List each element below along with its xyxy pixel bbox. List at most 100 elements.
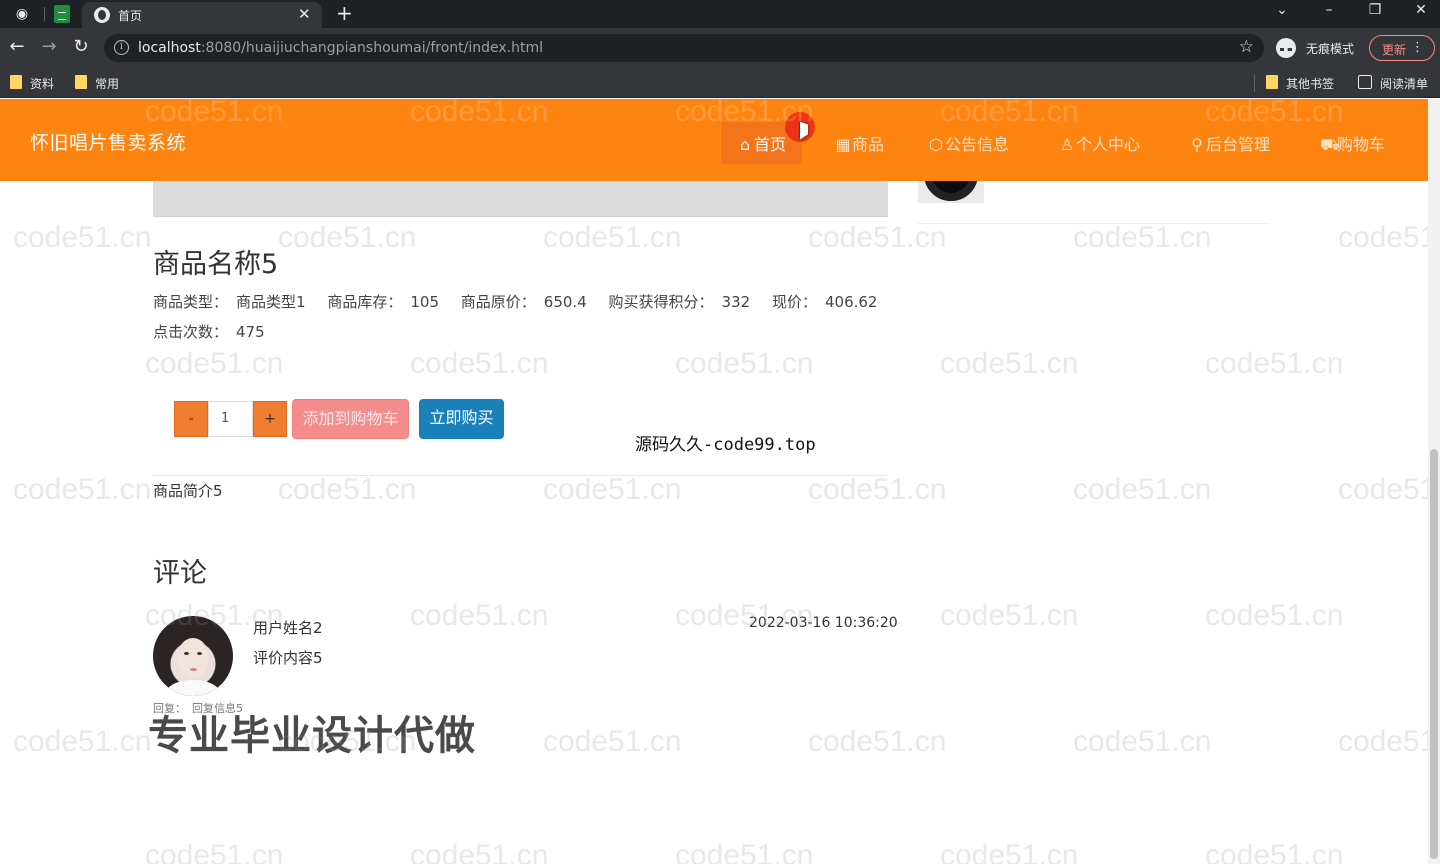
section-divider	[153, 475, 888, 476]
product-stock-value: 105	[410, 293, 439, 311]
browser-tab-bar: ◉ 首页 ✕ + ⌄ – ❐ ✕	[0, 0, 1440, 28]
product-description: 商品简介5	[153, 482, 223, 500]
watermark-text: code51.cn	[1338, 725, 1440, 758]
product-thumbnail[interactable]	[918, 181, 984, 203]
product-clicks-value: 475	[236, 323, 265, 341]
address-bar-row: ← → ↻ i localhost:8080/huaijiuchangpians…	[0, 28, 1440, 68]
incognito-icon	[1276, 38, 1296, 58]
other-bookmarks[interactable]: 其他书签	[1264, 75, 1334, 92]
nav-item-products[interactable]: ▦商品	[835, 131, 884, 155]
close-icon[interactable]: ✕	[298, 5, 311, 23]
url-text[interactable]: localhost:8080/huaijiuchangpianshoumai/f…	[138, 40, 543, 56]
minimize-icon[interactable]: –	[1317, 2, 1341, 18]
back-icon[interactable]: ←	[6, 36, 28, 57]
restore-icon[interactable]: ❐	[1363, 2, 1387, 18]
vinyl-record-image	[924, 181, 978, 201]
add-to-cart-button[interactable]: 添加到购物车	[292, 399, 409, 439]
site-brand[interactable]: 怀旧唱片售卖系统	[30, 128, 186, 155]
watermark-text: code51.cn	[940, 347, 1079, 380]
watermark-text: code51.cn	[278, 221, 417, 254]
bookmark-star-icon[interactable]: ☆	[1239, 37, 1254, 57]
watermark-text: code51.cn	[1073, 221, 1212, 254]
bookmark-folder-1[interactable]: 资料	[8, 75, 54, 92]
cart-icon: ⛟	[1320, 135, 1341, 154]
more-menu-icon[interactable]: ⋮	[1411, 40, 1424, 55]
site-navbar: 怀旧唱片售卖系统 ⌂ 首页 ▦商品 ⬡ 公告信息 ♙ 个人中心 ⚲ 后台管理 ⛟购物车	[0, 99, 1428, 181]
watermark-text: code51.cn	[1338, 473, 1440, 506]
watermark-text: code51.cn	[1073, 725, 1212, 758]
bookmark-folder-2[interactable]: 常用	[73, 75, 119, 92]
watermark-text: code51.cn	[808, 725, 947, 758]
watermark-text: code51.cn	[1073, 473, 1212, 506]
watermark-text: code51.cn	[940, 599, 1079, 632]
page-scrollbar[interactable]	[1428, 99, 1440, 864]
tab-separator	[44, 7, 45, 21]
sheets-app-icon[interactable]	[54, 5, 70, 23]
folder-icon	[1266, 75, 1278, 89]
buy-now-button[interactable]: 立即购买	[419, 399, 504, 439]
watermark-text: code51.cn	[145, 347, 284, 380]
link-icon: ⚲	[1191, 135, 1203, 154]
comment-timestamp: 2022-03-16 10:36:20	[749, 615, 898, 631]
tab-title: 首页	[118, 9, 143, 23]
product-info-row: 商品类型： 商品类型1 商品库存： 105 商品原价： 650.4 购买获得积分： 33…	[153, 293, 878, 311]
watermark-text: code51.cn	[278, 473, 417, 506]
reload-icon[interactable]: ↻	[70, 36, 92, 57]
reading-list[interactable]: 阅读清单	[1358, 75, 1428, 92]
product-title: 商品名称5	[153, 249, 279, 280]
watermark-text: code51.cn	[808, 473, 947, 506]
watermark-text: code51.cn	[1205, 599, 1344, 632]
folder-icon	[75, 75, 87, 89]
watermark-text: code51.cn	[543, 725, 682, 758]
quantity-increase-button[interactable]: +	[253, 401, 287, 437]
product-points-value: 332	[721, 293, 751, 311]
info-icon[interactable]: i	[114, 40, 129, 55]
update-button[interactable]: 更新 ⋮	[1369, 35, 1435, 61]
comments-heading: 评论	[153, 558, 207, 589]
nav-item-cart[interactable]: ⛟购物车	[1320, 131, 1385, 156]
comment-username: 用户姓名2	[253, 619, 323, 637]
watermark-text: code51.cn	[940, 839, 1079, 864]
update-label: 更新	[1382, 43, 1407, 57]
bookmarks-bar: 资料 常用 其他书签 阅读清单	[0, 68, 1440, 98]
folder-icon	[10, 75, 22, 89]
browser-menu-icon[interactable]: ◉	[12, 4, 32, 24]
tab-search-icon[interactable]: ⌄	[1270, 2, 1294, 18]
product-clicks-row: 点击次数： 475	[153, 323, 265, 341]
watermark-text: code51.cn	[13, 473, 152, 506]
grid-icon: ▦	[835, 135, 851, 154]
product-current-price: 406.62	[824, 293, 878, 311]
watermark-text: code51.cn	[543, 221, 682, 254]
quantity-decrease-button[interactable]: -	[174, 401, 208, 437]
watermark-text: code51.cn	[543, 473, 682, 506]
product-original-price: 650.4	[543, 293, 587, 311]
scrollbar-thumb[interactable]	[1430, 449, 1438, 859]
source-watermark-text: 源码久久-code99.top	[635, 435, 816, 455]
url-field[interactable]: i localhost:8080/huaijiuchangpianshoumai…	[104, 34, 1264, 62]
product-type-value: 商品类型1	[236, 293, 306, 311]
watermark-text: code51.cn	[13, 221, 152, 254]
watermark-text: code51.cn	[410, 839, 549, 864]
promo-overlay-text: 专业毕业设计代做	[148, 713, 476, 759]
watermark-text: code51.cn	[410, 347, 549, 380]
watermark-text: code51.cn	[1205, 839, 1344, 864]
user-icon: ♙	[1059, 135, 1075, 154]
reading-list-icon	[1358, 75, 1372, 89]
watermark-text: code51.cn	[145, 839, 284, 864]
quantity-input[interactable]: 1	[208, 401, 253, 437]
new-tab-icon[interactable]: +	[336, 1, 353, 25]
nav-item-announcements[interactable]: ⬡ 公告信息	[928, 131, 1009, 155]
forward-icon[interactable]: →	[38, 36, 60, 57]
comment-content: 评价内容5	[253, 649, 323, 667]
watermark-text: code51.cn	[675, 347, 814, 380]
window-close-icon[interactable]: ✕	[1409, 2, 1433, 18]
nav-item-profile[interactable]: ♙ 个人中心	[1059, 131, 1140, 155]
mouse-cursor-icon	[800, 121, 808, 143]
thumbnail-divider	[918, 223, 1270, 224]
watermark-text: code51.cn	[1205, 347, 1344, 380]
nav-item-admin[interactable]: ⚲ 后台管理	[1189, 131, 1270, 155]
watermark-text: code51.cn	[410, 599, 549, 632]
home-icon: ⌂	[739, 135, 751, 154]
tab-active[interactable]: 首页 ✕	[82, 2, 322, 28]
page-viewport: 怀旧唱片售卖系统 ⌂ 首页 ▦商品 ⬡ 公告信息 ♙ 个人中心 ⚲ 后台管理 ⛟购物车 …	[0, 99, 1440, 864]
